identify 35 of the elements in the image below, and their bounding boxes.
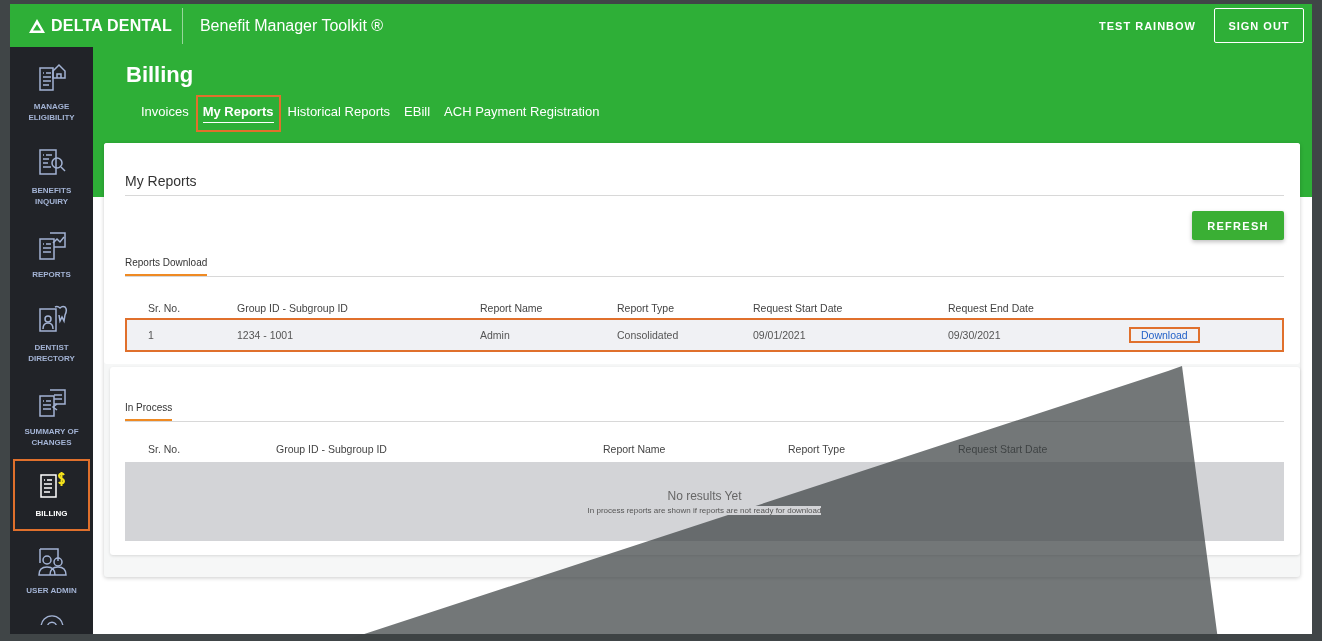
- table-cell-text: 09/01/2021: [753, 329, 807, 341]
- user-name: TEST RAINBOW: [1099, 19, 1196, 32]
- column-header: Report Type: [617, 302, 675, 314]
- empty-title: No results Yet: [667, 488, 742, 503]
- section-tab[interactable]: Reports Download: [125, 257, 208, 276]
- column-header: Report Type: [788, 442, 846, 455]
- section-tab[interactable]: In Process: [125, 402, 173, 421]
- page-title: Billing: [126, 61, 195, 89]
- nav-item[interactable]: REPORTS: [13, 224, 90, 288]
- triangle-logo-icon: [28, 17, 46, 34]
- app-title: Benefit Manager Toolkit ®: [199, 16, 384, 35]
- download-link[interactable]: Download: [1129, 327, 1200, 343]
- card-title: My Reports: [125, 173, 1284, 196]
- table-cell-text: Admin: [480, 329, 511, 341]
- nav-item[interactable]: USER ADMIN: [13, 540, 90, 604]
- people-icon: [35, 546, 68, 578]
- table-cell-text: 09/30/2021: [948, 329, 1002, 341]
- brand-name: DELTA DENTAL: [51, 16, 172, 35]
- table-cell-text: Consolidated: [617, 329, 680, 341]
- column-header: Group ID - Subgroup ID: [276, 442, 388, 455]
- nav-item[interactable]: MANAGE ELIGIBILITY: [13, 56, 90, 131]
- nav-item[interactable]: SUMMARY OF CHANGES: [13, 381, 90, 456]
- column-header: Request End Date: [948, 302, 1035, 314]
- column-header: Request Start Date: [753, 302, 844, 314]
- nav-item[interactable]: DENTIST DIRECTORY: [13, 297, 90, 372]
- column-header: Sr. No.: [148, 302, 182, 314]
- column-header: Group ID - Subgroup ID: [237, 302, 349, 314]
- table-cell-text: 1: [148, 329, 155, 341]
- nav-item[interactable]: BENEFITS INQUIRY: [13, 140, 90, 215]
- column-header: Sr. No.: [148, 442, 182, 455]
- empty-text: In process reports are shown if reports are not ready for download: [587, 505, 822, 515]
- column-header: Report Name: [480, 302, 544, 314]
- nav-item[interactable]: BILLING: [13, 459, 90, 531]
- column-header: Report Name: [603, 442, 667, 455]
- table-cell-text: 1234 - 1001: [237, 329, 295, 341]
